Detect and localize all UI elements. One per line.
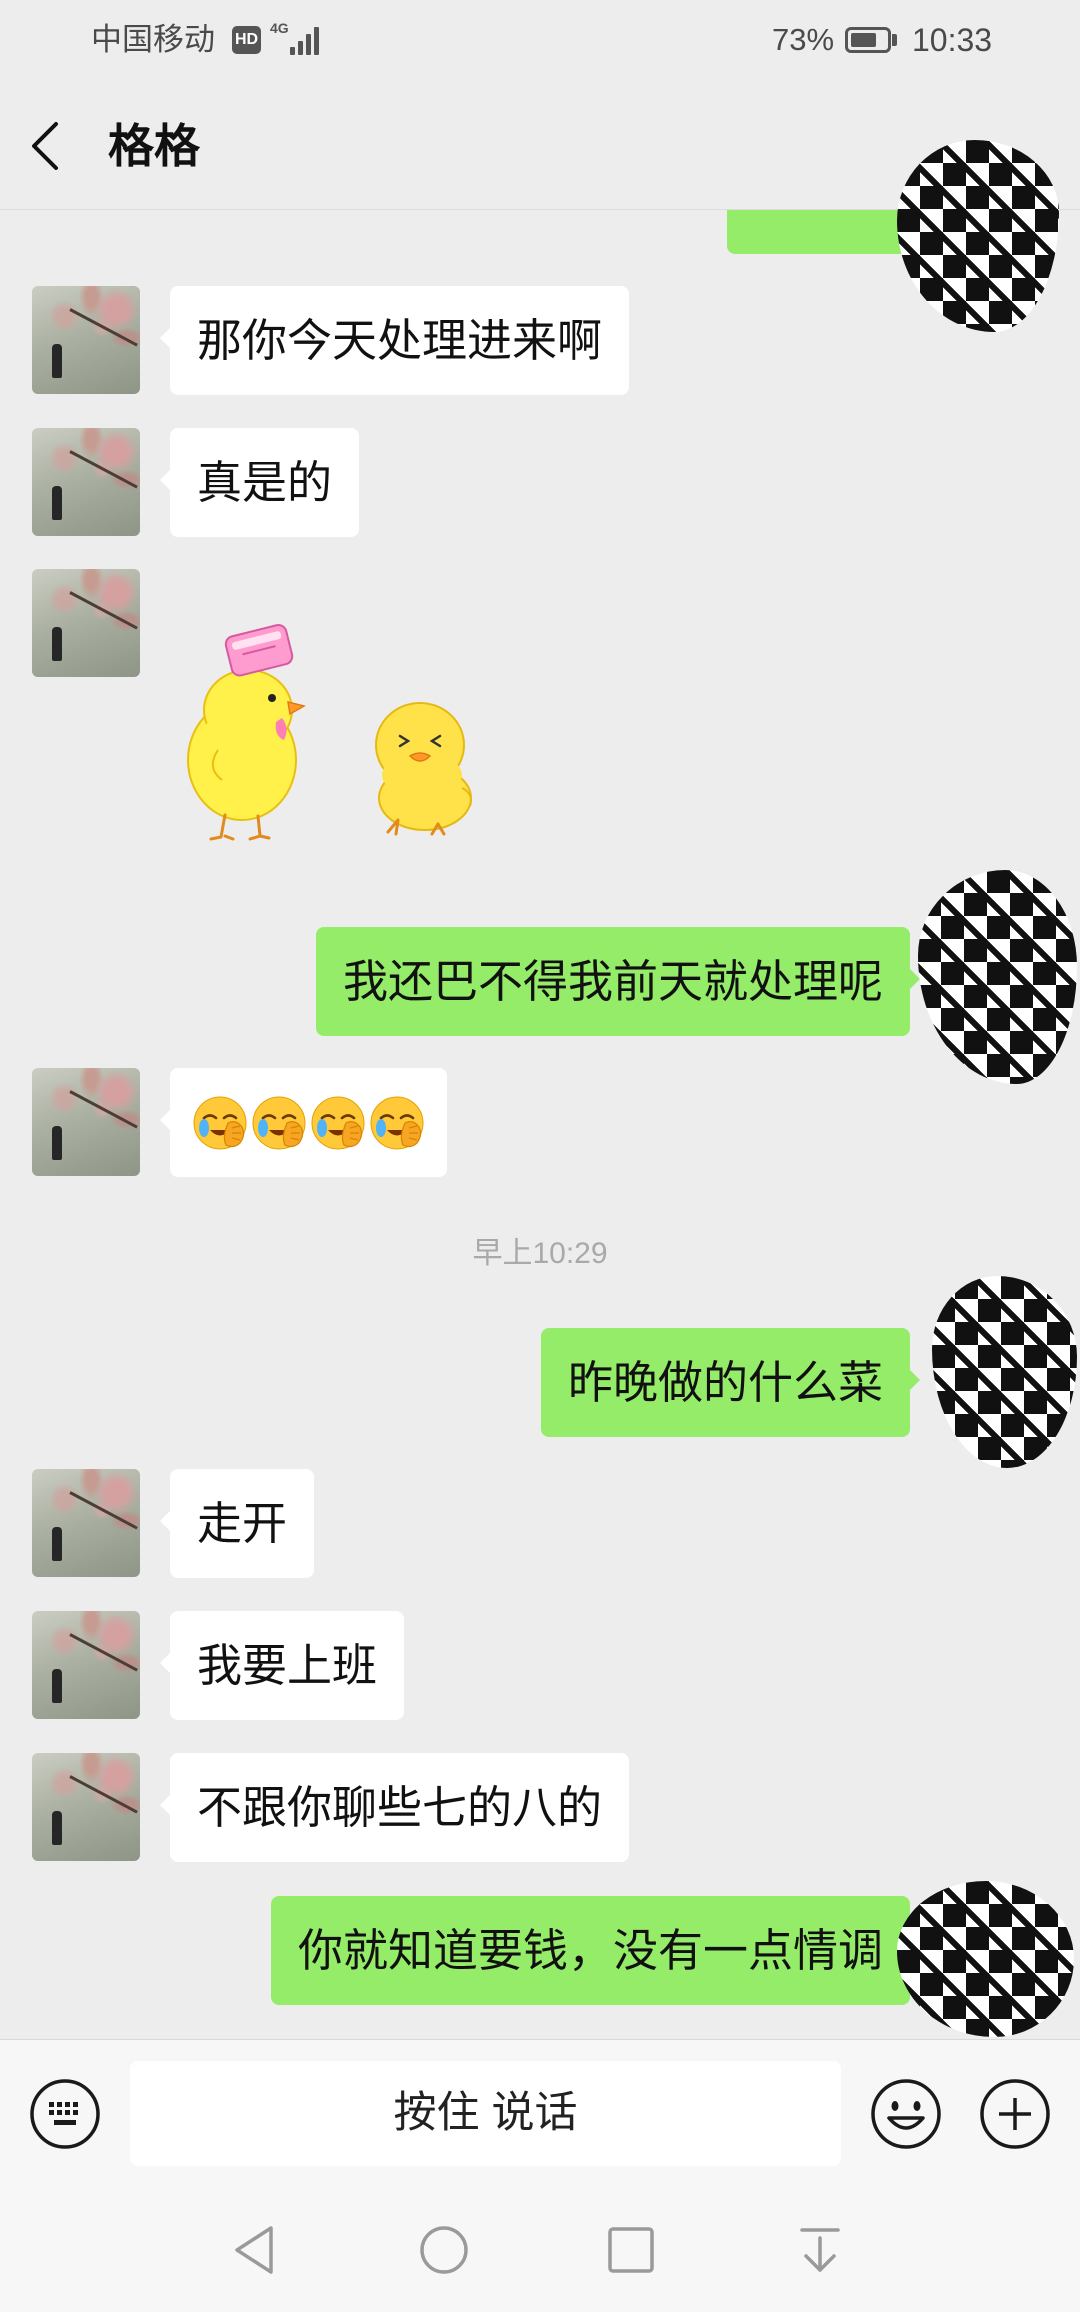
- clock: 10:33: [912, 22, 993, 58]
- contact-avatar[interactable]: [32, 1469, 140, 1577]
- message-bubble-incoming[interactable]: 真是的: [159, 428, 360, 537]
- my-avatar[interactable]: [897, 1881, 1074, 2037]
- message-bubble-incoming[interactable]: [160, 1068, 447, 1177]
- contact-avatar[interactable]: [32, 286, 140, 394]
- input-bar: 按住 说话: [0, 2039, 1080, 2184]
- battery-percent: 73%: [772, 22, 835, 57]
- message-bubble-incoming[interactable]: 我要上班: [159, 1611, 405, 1720]
- contact-avatar[interactable]: [32, 428, 140, 536]
- keyboard-icon[interactable]: [25, 2074, 105, 2154]
- contact-avatar[interactable]: [32, 1611, 140, 1719]
- hold-to-talk-button[interactable]: 按住 说话: [130, 2061, 841, 2166]
- my-avatar[interactable]: [918, 870, 1077, 1084]
- chick-eating-icon: [375, 702, 472, 836]
- my-avatar[interactable]: [897, 140, 1059, 332]
- status-bar: 中国移动 HD 4G 73% 10:33: [0, 0, 1080, 81]
- smiley-icon[interactable]: [866, 2074, 946, 2154]
- chat-title: 格格: [108, 120, 200, 172]
- message-timestamp: 早上10:29: [472, 1237, 608, 1270]
- message-bubble-incoming[interactable]: 那你今天处理进来啊: [159, 286, 630, 395]
- battery-icon: [845, 27, 891, 53]
- message-bubble-incoming[interactable]: 走开: [159, 1469, 315, 1578]
- hd-badge: HD: [232, 26, 261, 54]
- contact-avatar[interactable]: [32, 1068, 140, 1176]
- my-avatar[interactable]: [932, 1276, 1077, 1468]
- two-yellow-chicks-sticker[interactable]: [170, 610, 490, 850]
- battery-nub: [892, 34, 897, 46]
- message-bubble-outgoing[interactable]: 你就知道要钱，没有一点情调: [270, 1896, 921, 2005]
- nav-hide-icon[interactable]: [790, 2220, 850, 2280]
- carrier-name: 中国移动: [91, 22, 215, 57]
- nav-recents-icon[interactable]: [601, 2220, 661, 2280]
- facepalm-emoji-icon: [369, 1095, 425, 1151]
- contact-avatar[interactable]: [32, 1753, 140, 1861]
- plus-circle-icon[interactable]: [975, 2074, 1055, 2154]
- facepalm-emoji-icon: [251, 1095, 307, 1151]
- chick-with-gift-icon: [187, 624, 306, 841]
- message-bubble-incoming[interactable]: 不跟你聊些七的八的: [159, 1753, 630, 1862]
- message-bubble-outgoing[interactable]: 昨晚做的什么菜: [540, 1328, 921, 1437]
- nav-back-icon[interactable]: [225, 2220, 285, 2280]
- message-bubble-outgoing[interactable]: 我还巴不得我前天就处理呢: [315, 927, 921, 1036]
- chevron-left-icon[interactable]: [22, 116, 74, 176]
- system-nav-bar: [0, 2184, 1080, 2312]
- network-type: 4G: [270, 20, 289, 36]
- facepalm-emoji-icon: [192, 1095, 248, 1151]
- nav-home-icon[interactable]: [414, 2220, 474, 2280]
- contact-avatar[interactable]: [32, 569, 140, 677]
- facepalm-emoji-icon: [310, 1095, 366, 1151]
